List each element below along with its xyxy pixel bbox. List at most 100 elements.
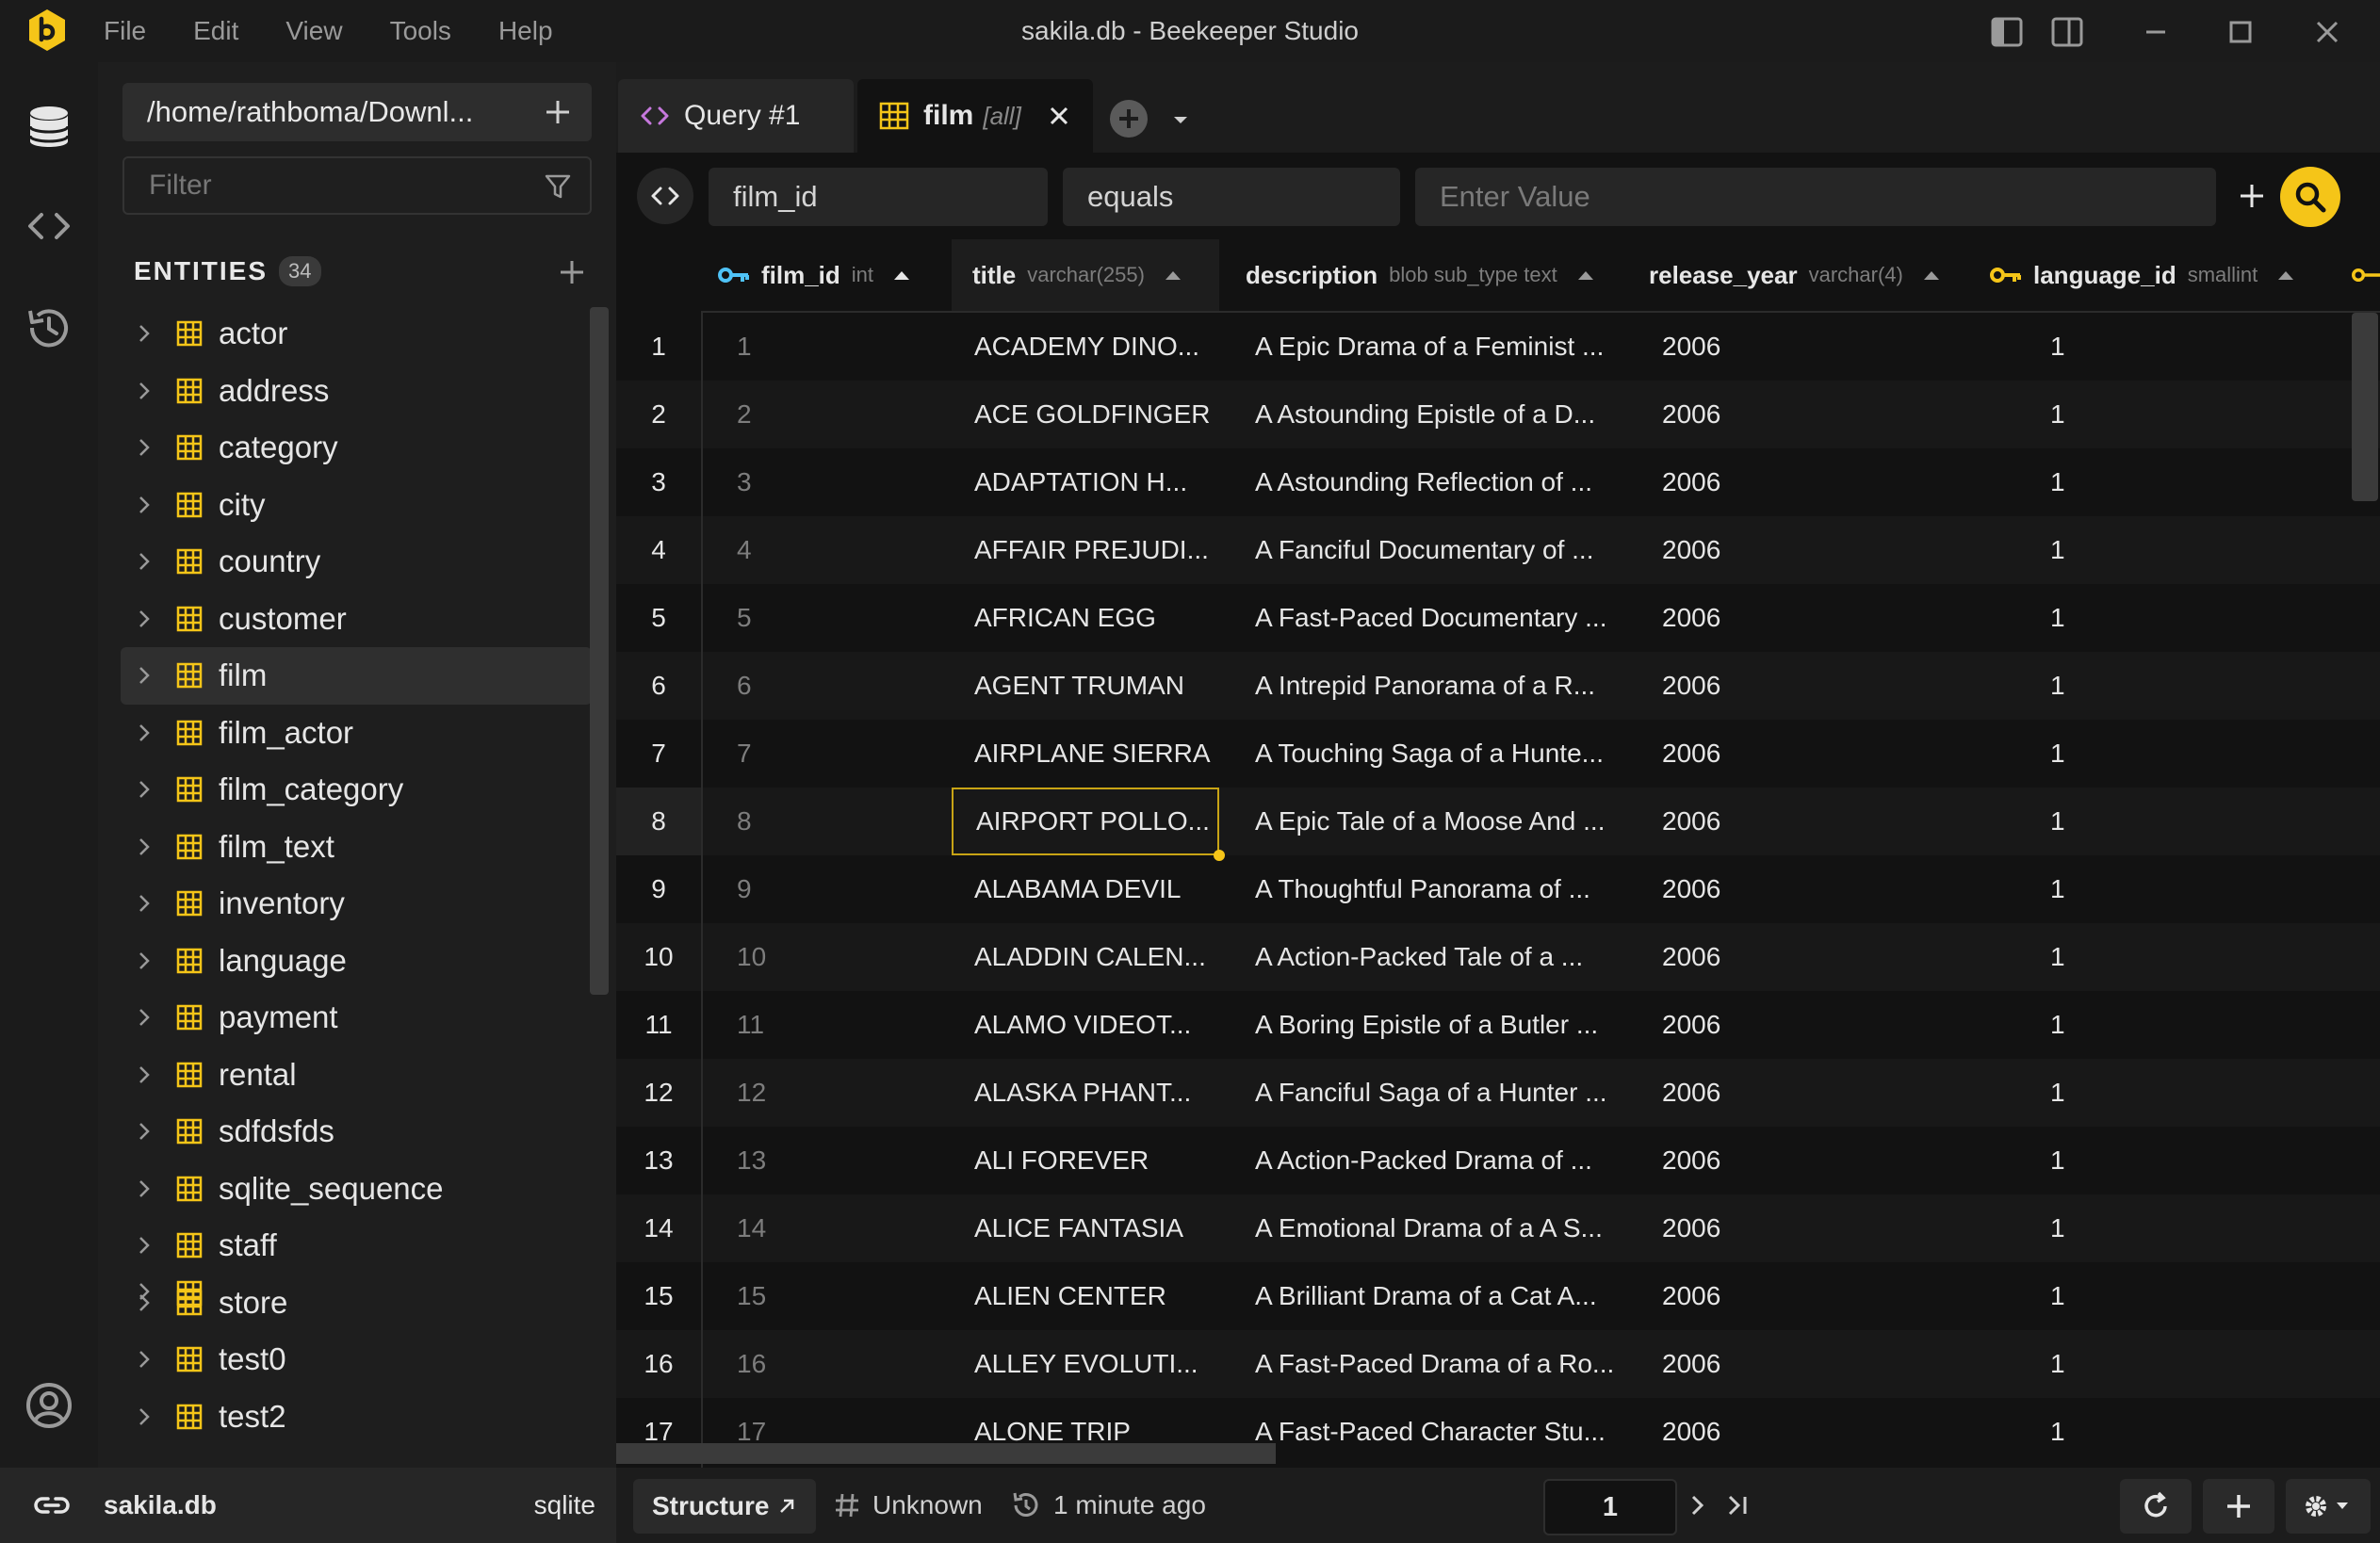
cell-film-id[interactable]: 7 [720,720,952,788]
row-number[interactable]: 15 [616,1262,701,1330]
sort-asc-icon[interactable] [1576,268,1595,282]
cell-film-id[interactable]: 13 [720,1127,952,1194]
entity-item-address[interactable]: address [121,363,592,420]
chevron-right-icon[interactable] [134,836,155,857]
cell-release-year[interactable]: 2006 [1649,720,1969,788]
cell-release-year[interactable]: 2006 [1649,652,1969,720]
chevron-right-icon[interactable] [134,381,155,401]
connection-selector[interactable]: /home/rathboma/Downl... [122,83,592,141]
table-row[interactable]: 9 9 ALABAMA DEVIL A Thoughtful Panorama of … [616,855,2380,923]
cell-release-year[interactable]: 2006 [1649,788,1969,855]
cell-film-id[interactable]: 15 [720,1262,952,1330]
structure-button[interactable]: Structure [633,1479,817,1534]
column-header-release-year[interactable]: release_year varchar(4) [1649,239,1969,311]
entity-item-language[interactable]: language [121,933,592,990]
add-filter-icon[interactable] [2235,179,2269,213]
row-number[interactable]: 11 [616,991,701,1059]
table-row[interactable]: 10 10 ALADDIN CALEN... A Action-Packed Tale… [616,923,2380,991]
chevron-right-icon[interactable] [134,551,155,572]
row-number[interactable]: 5 [616,584,701,652]
next-page-icon[interactable] [1685,1492,1711,1519]
cell-release-year[interactable]: 2006 [1649,313,1969,381]
table-row[interactable]: 13 13 ALI FOREVER A Action-Packed Drama of … [616,1127,2380,1194]
cell-film-id[interactable]: 12 [720,1059,952,1127]
column-header-language-id[interactable]: language_id smallint [1990,239,2367,311]
table-row[interactable]: 16 16 ALLEY EVOLUTI... A Fast-Paced Drama o… [616,1330,2380,1398]
chevron-right-icon[interactable] [134,1406,155,1427]
entity-item-staff[interactable]: staff [121,1217,592,1275]
entity-item-film-text[interactable]: film_text [121,819,592,876]
last-page-icon[interactable] [1724,1492,1752,1519]
table-row[interactable]: 11 11 ALAMO VIDEOT... A Boring Epistle of a… [616,991,2380,1059]
cell-title[interactable]: ALASKA PHANT... [952,1059,1219,1127]
menu-edit[interactable]: Edit [193,16,238,46]
cell-language-id[interactable]: 1 [1990,923,2348,991]
cell-description[interactable]: A Epic Tale of a Moose And ... [1242,788,1643,855]
tab-film[interactable]: film [all] [857,79,1093,153]
table-row[interactable]: 7 7 AIRPLANE SIERRA A Touching Saga of a Hu… [616,720,2380,788]
cell-title[interactable]: ALI FOREVER [952,1127,1219,1194]
cell-description[interactable]: A Fast-Paced Character Stu... [1242,1398,1643,1466]
cell-title[interactable]: AFFAIR PREJUDI... [952,516,1219,584]
cell-title[interactable]: ACADEMY DINO... [952,313,1219,381]
settings-menu-button[interactable] [2286,1479,2371,1534]
add-entity-icon[interactable] [556,256,588,288]
history-icon[interactable] [23,301,75,354]
entity-item-test2[interactable]: test2 [121,1389,592,1446]
tab-query-1[interactable]: Query #1 [618,79,854,153]
cell-film-id[interactable]: 11 [720,991,952,1059]
row-number[interactable]: 13 [616,1127,701,1194]
entity-item-sdfdsfds[interactable]: sdfdsfds [121,1103,592,1161]
cell-release-year[interactable]: 2006 [1649,923,1969,991]
cell-release-year[interactable]: 2006 [1649,1262,1969,1330]
cell-release-year[interactable]: 2006 [1649,1398,1969,1466]
row-number[interactable]: 4 [616,516,701,584]
entity-item-film[interactable]: film [121,647,592,705]
cell-film-id[interactable]: 16 [720,1330,952,1398]
chevron-right-icon[interactable] [134,437,155,458]
sort-asc-icon[interactable] [892,268,911,282]
menu-view[interactable]: View [285,16,342,46]
cell-description[interactable]: A Astounding Epistle of a D... [1242,381,1643,448]
cell-release-year[interactable]: 2006 [1649,1194,1969,1262]
entity-item-film-actor[interactable]: film_actor [121,705,592,762]
cell-title[interactable]: ALADDIN CALEN... [952,923,1219,991]
cell-release-year[interactable]: 2006 [1649,991,1969,1059]
cell-description[interactable]: A Thoughtful Panorama of ... [1242,855,1643,923]
entity-filter-input[interactable]: Filter [122,156,592,215]
sort-asc-icon[interactable] [1164,268,1182,282]
entity-item-country[interactable]: country [121,533,592,591]
row-number[interactable]: 6 [616,652,701,720]
cell-film-id[interactable]: 9 [720,855,952,923]
cell-film-id[interactable]: 4 [720,516,952,584]
cell-release-year[interactable]: 2006 [1649,516,1969,584]
chevron-right-icon[interactable] [134,495,155,515]
sort-asc-icon[interactable] [2276,268,2295,282]
cell-description[interactable]: A Intrepid Panorama of a R... [1242,652,1643,720]
cell-title[interactable]: AFRICAN EGG [952,584,1219,652]
chevron-right-icon[interactable] [134,893,155,914]
cell-language-id[interactable]: 1 [1990,1330,2348,1398]
chevron-right-icon[interactable] [134,1178,155,1199]
cell-language-id[interactable]: 1 [1990,1059,2348,1127]
chevron-right-icon[interactable] [134,1064,155,1085]
table-row[interactable]: 4 4 AFFAIR PREJUDI... A Fanciful Documentar… [616,516,2380,584]
row-number[interactable]: 14 [616,1194,701,1262]
cell-release-year[interactable]: 2006 [1649,584,1969,652]
cell-language-id[interactable]: 1 [1990,788,2348,855]
cell-language-id[interactable]: 1 [1990,381,2348,448]
plus-icon[interactable] [541,95,575,129]
column-header-title[interactable]: title varchar(255) [952,239,1219,311]
code-icon[interactable] [23,200,75,252]
chevron-down-icon[interactable] [1165,104,1197,136]
table-row[interactable]: 15 15 ALIEN CENTER A Brilliant Drama of a C… [616,1262,2380,1330]
menu-tools[interactable]: Tools [390,16,451,46]
cell-title[interactable]: ACE GOLDFINGER [952,381,1219,448]
menu-help[interactable]: Help [498,16,553,46]
chevron-right-icon[interactable] [134,609,155,629]
column-header-film-id[interactable]: film_id int [718,239,954,311]
cell-title[interactable]: ALAMO VIDEOT... [952,991,1219,1059]
connection-status[interactable]: sakila.db sqlite [0,1468,616,1543]
row-number[interactable]: 8 [616,788,701,855]
cell-language-id[interactable]: 1 [1990,448,2348,516]
